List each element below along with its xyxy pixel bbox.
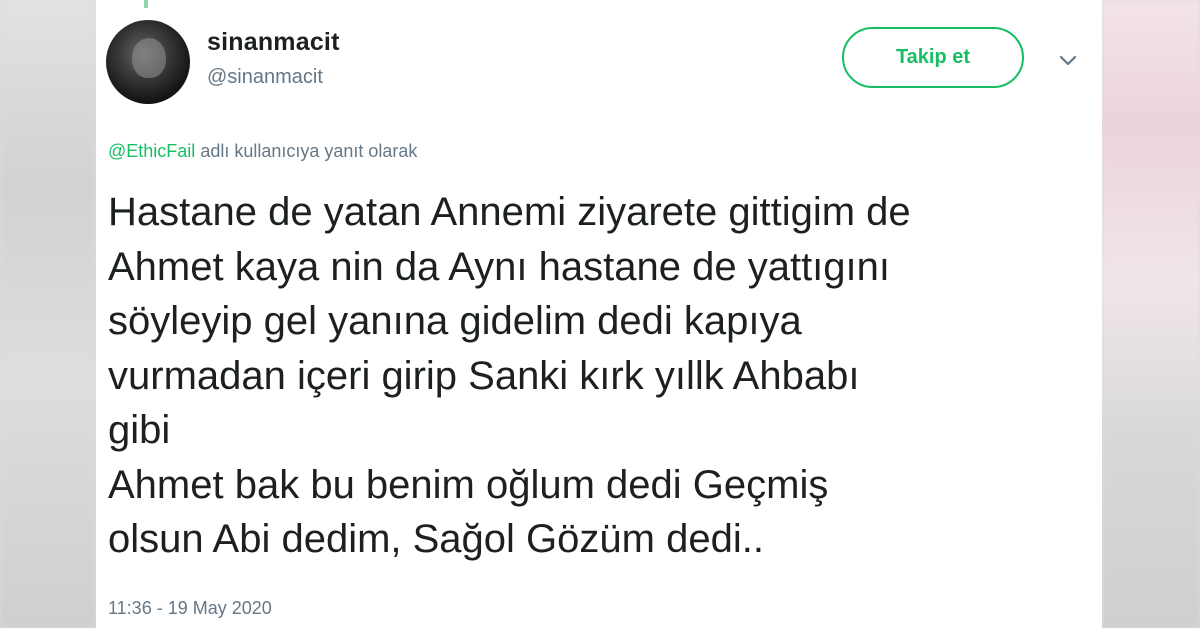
- blurred-background-right: [1102, 0, 1200, 628]
- tweet-timestamp[interactable]: 11:36 - 19 May 2020: [108, 598, 272, 619]
- screenshot-stage: sinanmacit @sinanmacit Takip et @EthicFa…: [0, 0, 1200, 628]
- display-name[interactable]: sinanmacit: [207, 28, 340, 57]
- avatar-photo: [132, 38, 166, 78]
- tweet-text: Hastane de yatan Annemi ziyarete gittigi…: [108, 190, 911, 561]
- reply-context-text: adlı kullanıcıya yanıt olarak: [200, 141, 418, 161]
- avatar[interactable]: [106, 20, 190, 104]
- reply-context: @EthicFail adlı kullanıcıya yanıt olarak: [108, 141, 417, 162]
- follow-button[interactable]: Takip et: [842, 27, 1024, 88]
- blurred-background-left: [0, 0, 96, 628]
- user-handle[interactable]: @sinanmacit: [207, 66, 323, 89]
- tweet-card: sinanmacit @sinanmacit Takip et @EthicFa…: [96, 0, 1102, 628]
- reply-mention-link[interactable]: @EthicFail: [108, 141, 195, 161]
- top-edge-mark: [144, 0, 148, 8]
- chevron-down-icon[interactable]: [1056, 48, 1080, 72]
